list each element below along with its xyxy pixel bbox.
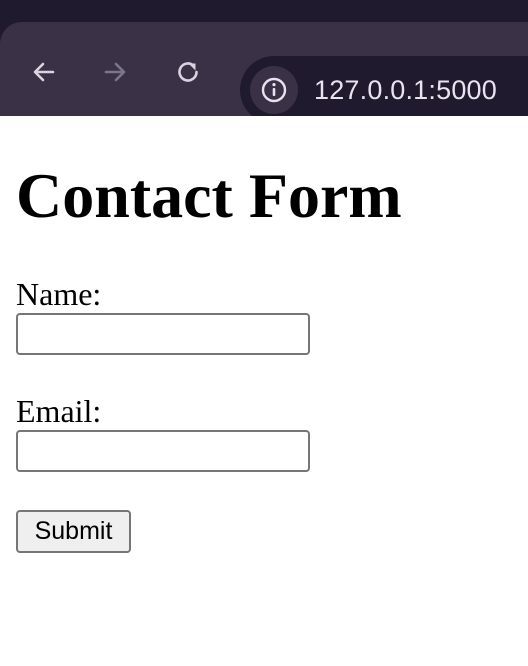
name-label: Name: (16, 276, 102, 312)
email-input[interactable] (16, 430, 310, 472)
browser-chrome: 127.0.0.1:5000 (0, 0, 528, 116)
page-content: Contact Form Name: Email: Submit (0, 116, 528, 666)
reload-icon (178, 62, 198, 82)
submit-button[interactable]: Submit (16, 510, 131, 553)
site-info-button[interactable] (250, 66, 298, 114)
name-input[interactable] (16, 313, 310, 355)
email-label: Email: (16, 393, 102, 429)
forward-button[interactable] (98, 55, 132, 89)
address-bar[interactable]: 127.0.0.1:5000 (240, 56, 528, 116)
browser-toolbar: 127.0.0.1:5000 (0, 22, 528, 116)
reload-button[interactable] (171, 55, 205, 89)
forward-arrow-icon (104, 62, 126, 82)
back-button[interactable] (27, 55, 61, 89)
info-icon (261, 77, 287, 103)
back-arrow-icon (33, 62, 55, 82)
page-title: Contact Form (16, 160, 402, 231)
url-text[interactable]: 127.0.0.1:5000 (314, 56, 497, 116)
